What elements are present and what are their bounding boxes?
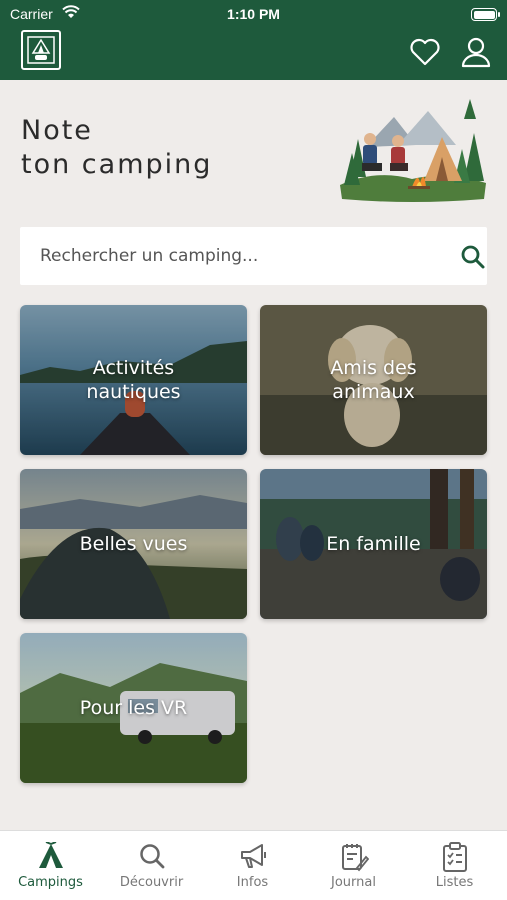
status-bar: Carrier 1:10 PM — [0, 0, 507, 28]
user-icon[interactable] — [460, 36, 492, 68]
tab-label: Journal — [331, 875, 376, 890]
category-label: Amis des animaux — [330, 357, 417, 403]
tab-listes[interactable]: Listes — [404, 831, 505, 900]
tab-label: Campings — [18, 875, 83, 890]
category-card-belles-vues[interactable]: Belles vues — [20, 469, 247, 619]
tab-label: Listes — [435, 875, 474, 890]
category-label: Pour les VR — [79, 697, 188, 719]
megaphone-icon — [240, 844, 266, 868]
clock: 1:10 PM — [227, 6, 280, 22]
journal-icon — [341, 844, 369, 872]
category-label: Activités nautiques — [86, 357, 181, 403]
category-label: En famille — [326, 533, 421, 555]
heart-icon[interactable] — [409, 37, 441, 67]
search-icon[interactable] — [460, 244, 486, 270]
page-title-line2: ton camping — [21, 149, 213, 180]
camping-logo-icon[interactable] — [21, 30, 61, 70]
search-input[interactable] — [40, 243, 420, 269]
category-card-en-famille[interactable]: En famille — [260, 469, 487, 619]
category-card-pour-les-vr[interactable]: Pour les VR — [20, 633, 247, 783]
tab-campings[interactable]: Campings — [0, 831, 101, 900]
campfire-illustration — [340, 99, 486, 202]
page-title: Note ton camping — [21, 114, 212, 182]
category-card-activites-nautiques[interactable]: Activités nautiques — [20, 305, 247, 455]
battery-icon — [471, 8, 500, 21]
checklist-icon — [442, 842, 467, 872]
tent-icon — [38, 842, 63, 868]
search-bar[interactable] — [20, 227, 487, 285]
tab-journal[interactable]: Journal — [303, 831, 404, 900]
tab-label: Découvrir — [119, 875, 184, 890]
tab-decouvrir[interactable]: Découvrir — [101, 831, 202, 900]
tab-infos[interactable]: Infos — [202, 831, 303, 900]
tab-label: Infos — [236, 875, 269, 890]
search-icon — [139, 844, 164, 869]
top-bar: Carrier 1:10 PM — [0, 0, 507, 80]
page-title-line1: Note — [21, 115, 93, 146]
category-label: Belles vues — [79, 533, 188, 555]
tab-bar: Campings Découvrir Infos Journal Listes — [0, 830, 507, 900]
category-card-amis-des-animaux[interactable]: Amis des animaux — [260, 305, 487, 455]
